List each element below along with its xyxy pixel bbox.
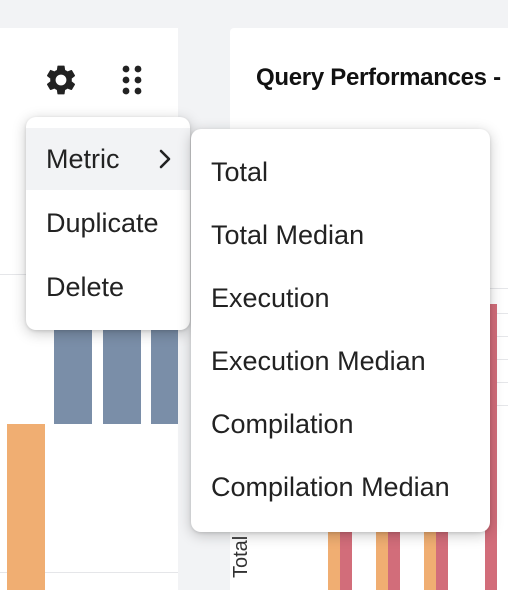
chart-bar	[388, 532, 400, 590]
submenu-item-label: Total Median	[211, 220, 365, 250]
chart-bar	[7, 424, 45, 590]
chart-bar	[436, 532, 448, 590]
menu-item-label: Delete	[46, 271, 125, 302]
metric-submenu: Total Total Median Execution Execution M…	[191, 129, 490, 532]
submenu-item-execution-median[interactable]: Execution Median	[191, 330, 490, 393]
chart-bar	[54, 328, 92, 424]
chart-bar	[151, 328, 178, 424]
submenu-item-label: Compilation	[211, 409, 354, 439]
chevron-right-icon	[159, 149, 171, 169]
submenu-item-label: Total	[211, 157, 269, 187]
submenu-item-label: Compilation Median	[211, 472, 450, 502]
context-menu: Metric Duplicate Delete	[26, 117, 190, 330]
chart-baseline	[45, 424, 178, 425]
chart-bar	[424, 532, 436, 590]
chart-bar	[103, 328, 141, 424]
panel-title: Query Performances -	[256, 64, 501, 91]
submenu-item-compilation[interactable]: Compilation	[191, 393, 490, 456]
menu-item-duplicate[interactable]: Duplicate	[26, 192, 190, 254]
submenu-item-compilation-median[interactable]: Compilation Median	[191, 456, 490, 519]
menu-item-metric[interactable]: Metric	[26, 128, 190, 190]
settings-button[interactable]	[43, 62, 79, 98]
drag-handle-button[interactable]	[116, 62, 148, 98]
gear-icon	[46, 65, 76, 95]
submenu-item-label: Execution Median	[211, 346, 426, 376]
submenu-item-label: Execution	[211, 283, 330, 313]
submenu-item-execution[interactable]: Execution	[191, 267, 490, 330]
menu-item-label: Duplicate	[46, 207, 159, 238]
chart-bar	[328, 532, 340, 590]
submenu-item-total-median[interactable]: Total Median	[191, 204, 490, 267]
chart-bar	[340, 532, 352, 590]
chart-bar	[376, 532, 388, 590]
y-axis-label: Total	[230, 535, 252, 578]
menu-item-label: Metric	[46, 143, 120, 174]
drag-handle-icon	[122, 65, 142, 95]
submenu-item-total[interactable]: Total	[191, 141, 490, 204]
menu-item-delete[interactable]: Delete	[26, 256, 190, 318]
